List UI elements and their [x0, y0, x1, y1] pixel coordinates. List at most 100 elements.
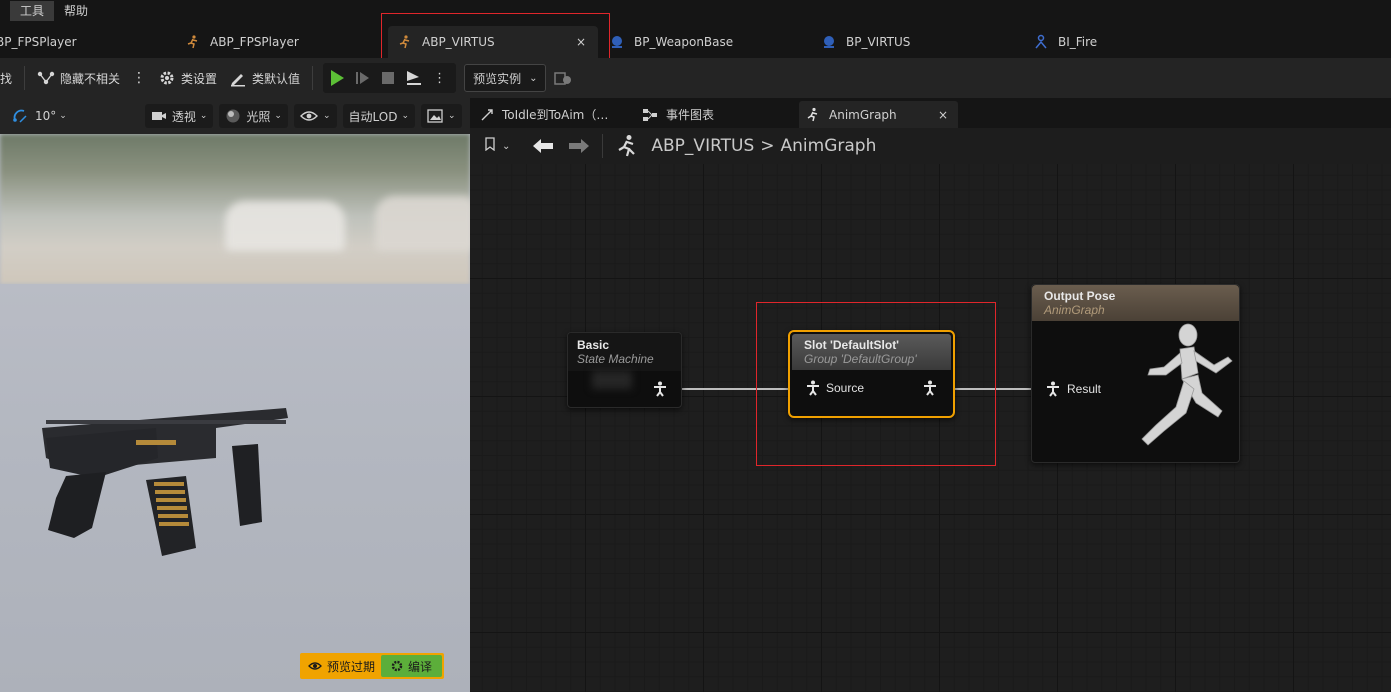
- blueprint-icon: [820, 33, 838, 51]
- class-defaults-label: 类默认值: [252, 71, 301, 86]
- tab-bi-fire[interactable]: BI_Fire: [1032, 26, 1097, 58]
- node-slot-defaultslot[interactable]: Slot 'DefaultSlot' Group 'DefaultGroup' …: [788, 330, 955, 418]
- class-defaults-button[interactable]: 类默认值: [223, 63, 306, 93]
- pin-label: Result: [1067, 382, 1102, 396]
- node-title: Slot 'DefaultSlot': [804, 338, 900, 352]
- more-options-icon[interactable]: ⋮: [126, 70, 152, 86]
- eject-icon[interactable]: [405, 69, 423, 87]
- lighting-dropdown[interactable]: 光照 ⌄: [219, 104, 288, 128]
- node-subtitle: Group 'DefaultGroup': [804, 352, 917, 366]
- blueprint-icon: [608, 33, 626, 51]
- anim-blueprint-icon: [396, 33, 414, 51]
- tab-label: ABP_FPSPlayer: [210, 35, 299, 49]
- debug-filter-icon[interactable]: [554, 70, 572, 86]
- edit-icon: [229, 69, 247, 87]
- tab-label: AnimGraph: [829, 107, 897, 122]
- interface-icon: [1032, 33, 1050, 51]
- debug-instance-label: 预览实例: [473, 71, 522, 86]
- compile-label: 编译: [408, 659, 433, 674]
- pose-pin-icon[interactable]: [653, 381, 667, 397]
- chevron-down-icon: ⌄: [502, 140, 511, 152]
- perspective-label: 透视: [171, 109, 196, 124]
- menu-help[interactable]: 帮助: [54, 1, 98, 21]
- node-title: Output Pose: [1044, 289, 1116, 303]
- menu-bar: 工具 帮助: [0, 0, 1391, 22]
- play-controls: ⋮: [323, 63, 457, 93]
- tab-abp-fpsplayer[interactable]: ABP_FPSPlayer: [184, 26, 299, 58]
- debug-instance-dropdown[interactable]: 预览实例 ⌄: [464, 64, 547, 92]
- compile-button[interactable]: 编译: [381, 655, 443, 677]
- class-settings-button[interactable]: 类设置: [152, 63, 223, 93]
- tab-bp-virtus[interactable]: BP_VIRTUS: [820, 26, 910, 58]
- node-output-pose[interactable]: Output Pose AnimGraph Result: [1031, 284, 1240, 463]
- step-icon[interactable]: [355, 70, 371, 86]
- perspective-dropdown[interactable]: 透视 ⌄: [144, 104, 214, 128]
- more-options-icon[interactable]: ⋮: [429, 71, 450, 86]
- play-icon[interactable]: [329, 69, 345, 87]
- pose-pin-icon[interactable]: [923, 380, 937, 396]
- transition-icon: [480, 108, 494, 122]
- fov-label: 10°: [35, 109, 57, 123]
- back-arrow-icon[interactable]: [532, 138, 554, 154]
- nodes-icon: [37, 70, 55, 86]
- pin-label: Source: [826, 381, 865, 395]
- chevron-down-icon: ⌄: [401, 111, 409, 121]
- background-car: [375, 196, 470, 251]
- pose-pin-icon[interactable]: [806, 380, 820, 396]
- chevron-down-icon: ⌄: [529, 72, 538, 84]
- tab-bp-fpsplayer[interactable]: BP_FPSPlayer: [0, 26, 77, 58]
- node-title: Basic: [577, 338, 610, 352]
- stop-icon[interactable]: [381, 71, 395, 85]
- preview-viewport[interactable]: 10° ⌄ 透视 ⌄ 光照 ⌄ ⌄ 自动LOD ⌄ ⌄ 预览过期 编译: [0, 98, 470, 692]
- viewport-toolbar: 10° ⌄ 透视 ⌄ 光照 ⌄ ⌄ 自动LOD ⌄ ⌄: [0, 98, 470, 134]
- breadcrumb-separator: >: [760, 136, 775, 156]
- node-state-machine-basic[interactable]: Basic State Machine: [567, 332, 682, 408]
- close-icon[interactable]: ×: [938, 108, 948, 122]
- anim-graph-icon: [805, 107, 821, 123]
- tab-transition-toidle-toaim[interactable]: ToIdle到ToAim（…: [480, 101, 608, 128]
- nav-divider: [602, 134, 604, 158]
- graph-nav-bar: ⌄ ABP_VIRTUS > AnimGraph: [470, 128, 1391, 164]
- chevron-down-icon: ⌄: [199, 111, 208, 121]
- bookmark-dropdown[interactable]: ⌄: [484, 137, 510, 155]
- preview-outdated-label: 预览过期: [327, 659, 376, 674]
- show-dropdown[interactable]: ⌄: [293, 104, 337, 128]
- tab-label: 事件图表: [666, 108, 715, 122]
- hide-unrelated-button[interactable]: 隐藏不相关: [31, 63, 126, 93]
- gear-icon: [158, 69, 176, 87]
- pose-wire: [668, 388, 790, 390]
- tab-abp-virtus[interactable]: ABP_VIRTUS ×: [388, 26, 598, 58]
- gear-icon: [391, 660, 403, 672]
- running-mannequin-icon: [1141, 323, 1233, 446]
- node-subtitle: AnimGraph: [1044, 303, 1105, 317]
- lighting-label: 光照: [246, 109, 271, 124]
- weapon-preview-model: [42, 408, 288, 556]
- tab-label: BP_VIRTUS: [846, 35, 911, 49]
- menu-tools[interactable]: 工具: [10, 1, 55, 21]
- breadcrumb-leaf[interactable]: AnimGraph: [781, 136, 877, 156]
- preview-outdated-indicator: 预览过期: [302, 658, 381, 675]
- preview-outdated-bar: 预览过期 编译: [300, 653, 445, 679]
- main-toolbar: 找 隐藏不相关 ⋮ 类设置 类默认值 ⋮ 预览实例 ⌄: [0, 58, 1391, 98]
- graph-tab-bar: ToIdle到ToAim（… 事件图表 AnimGraph ×: [470, 98, 1391, 128]
- fov-dropdown[interactable]: 10° ⌄: [6, 104, 73, 128]
- breadcrumb-root[interactable]: ABP_VIRTUS: [651, 136, 754, 156]
- source-pin-row[interactable]: Source: [806, 380, 864, 396]
- tab-bp-weaponbase[interactable]: BP_WeaponBase: [608, 26, 733, 58]
- find-button[interactable]: 找: [0, 63, 18, 93]
- toolbar-divider: [24, 66, 26, 90]
- viewport-layout-dropdown[interactable]: ⌄: [421, 104, 462, 128]
- pose-pin-icon[interactable]: [1046, 381, 1060, 397]
- result-pin-row[interactable]: Result: [1046, 381, 1101, 397]
- tab-animgraph[interactable]: AnimGraph ×: [799, 101, 958, 128]
- forward-arrow-icon[interactable]: [568, 138, 590, 154]
- lod-dropdown[interactable]: 自动LOD ⌄: [342, 104, 415, 128]
- tab-label: ToIdle到ToAim（…: [502, 108, 609, 122]
- hide-unrelated-label: 隐藏不相关: [60, 71, 121, 86]
- chevron-down-icon: ⌄: [59, 111, 67, 121]
- class-settings-label: 类设置: [181, 71, 218, 86]
- close-icon[interactable]: ×: [576, 35, 586, 49]
- anim-graph-canvas[interactable]: Basic State Machine Slot 'DefaultSlot' G…: [470, 164, 1391, 692]
- tab-event-graph[interactable]: 事件图表: [642, 101, 714, 128]
- event-graph-icon: [642, 108, 658, 122]
